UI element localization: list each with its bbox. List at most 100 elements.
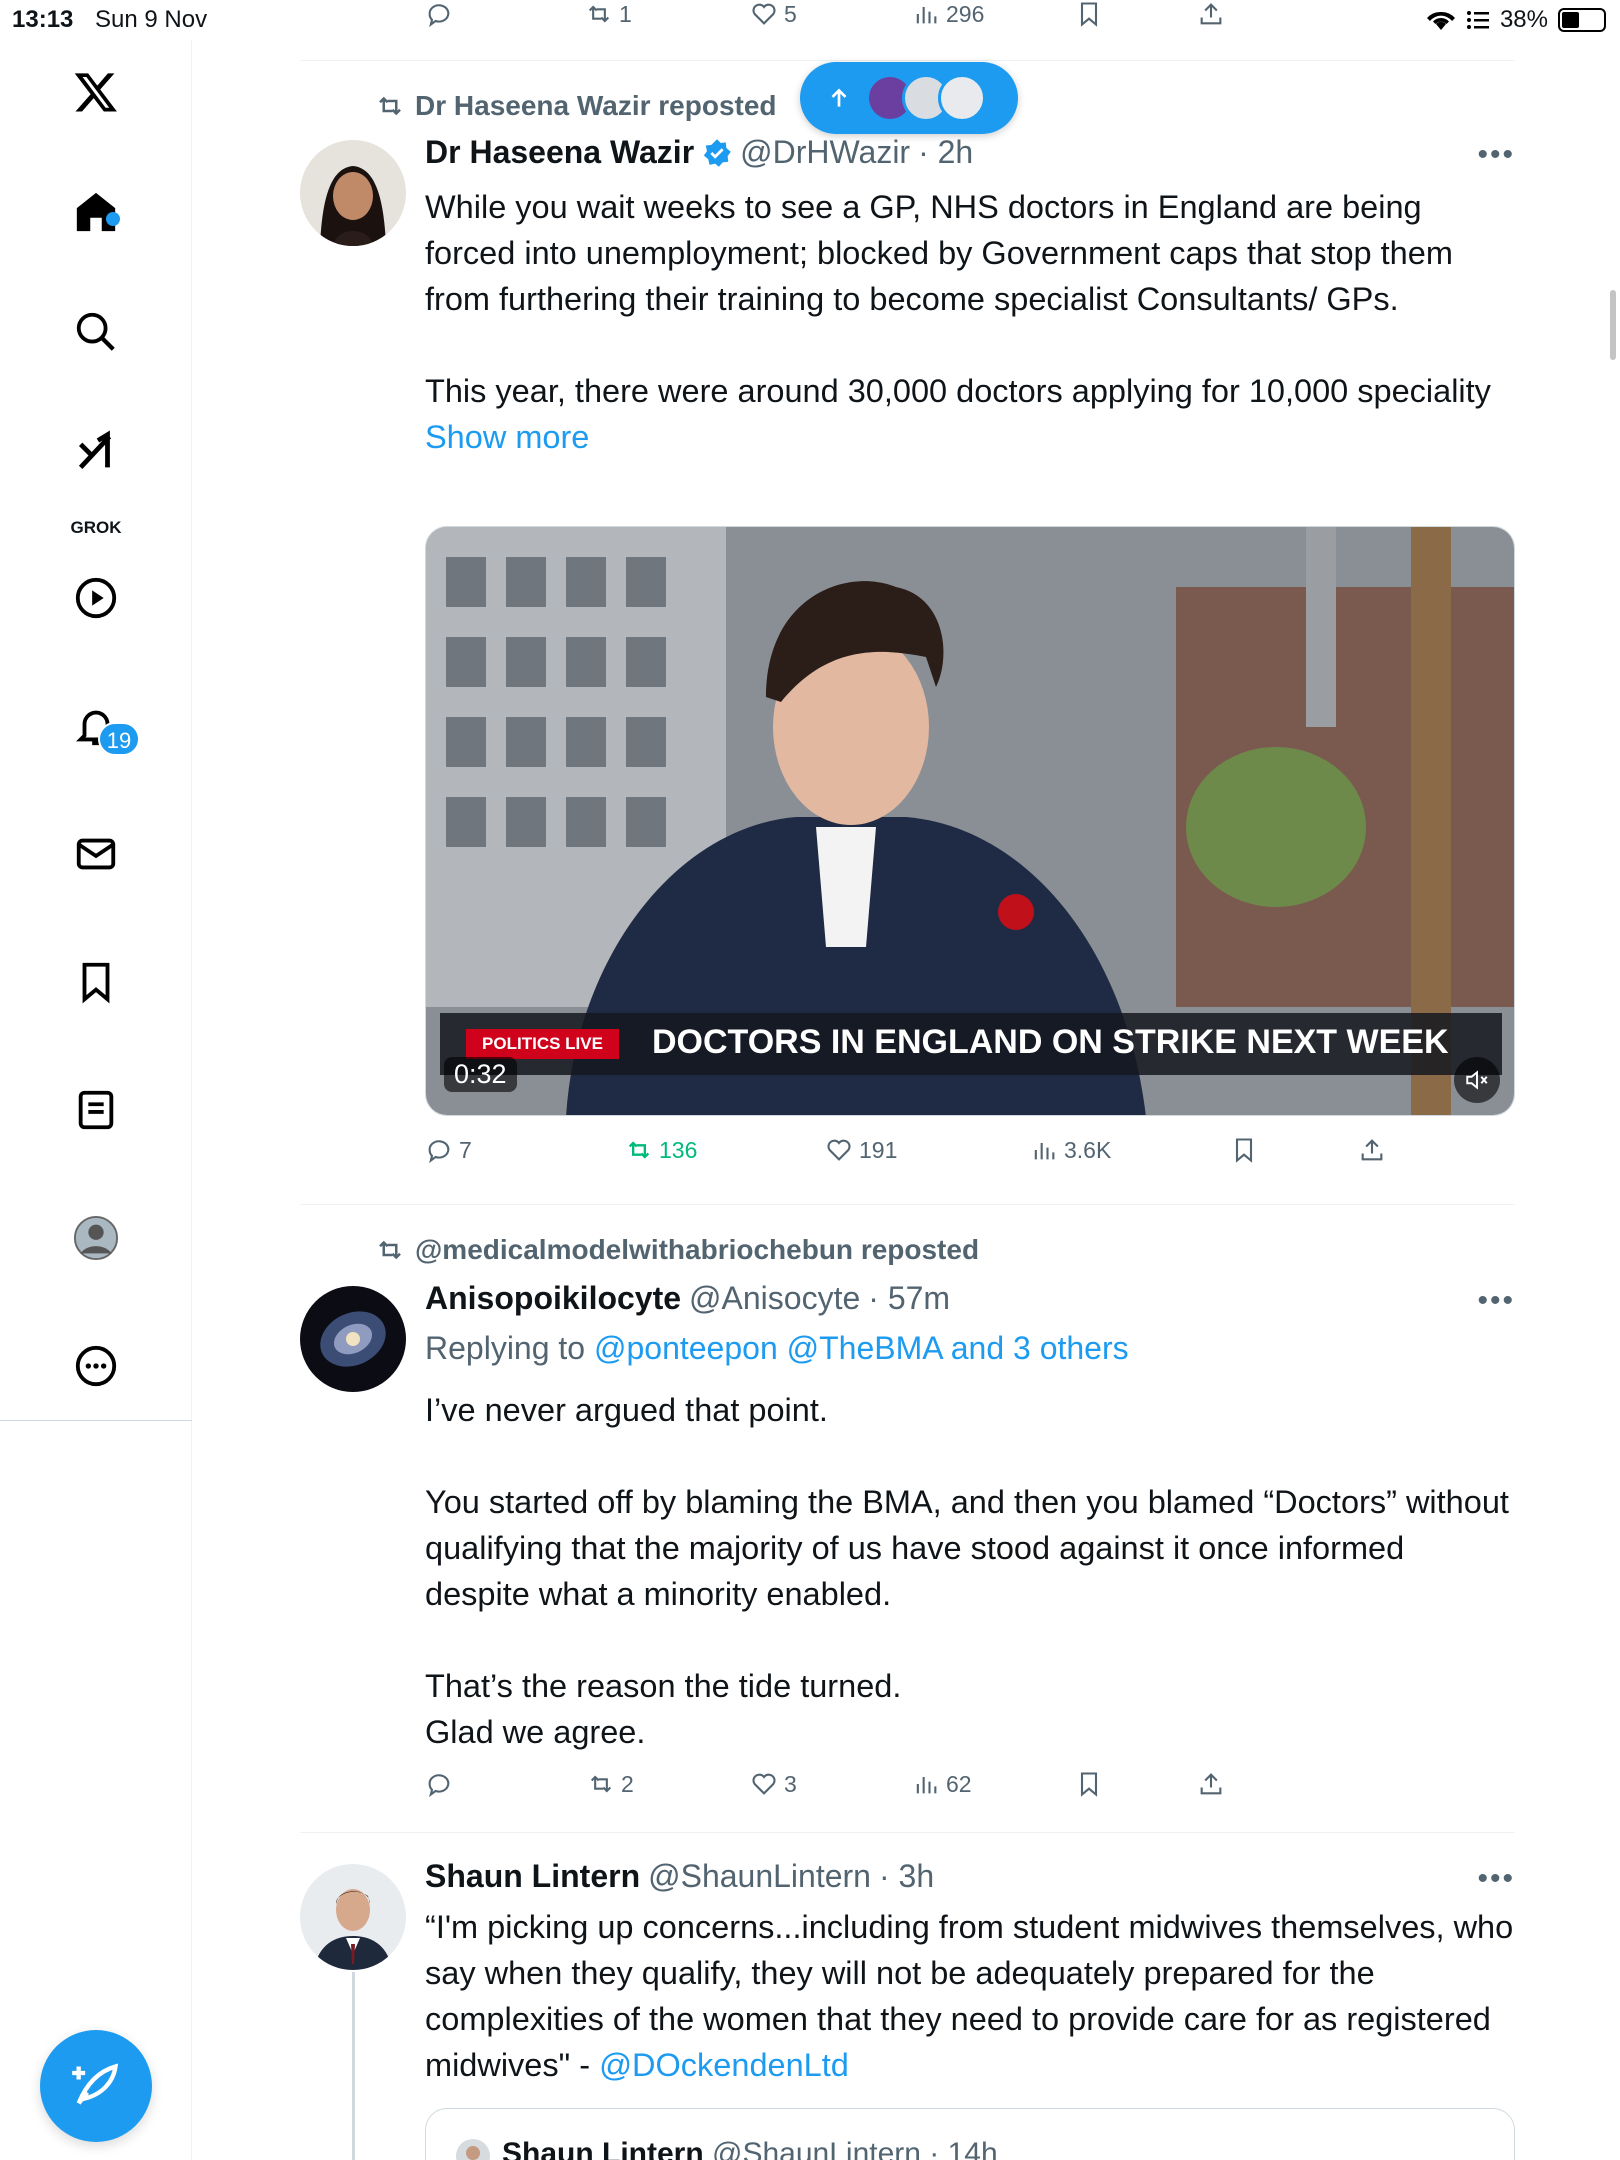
tweet-actions: 7 136 191 3.6K: [300, 1136, 1515, 1176]
author-name[interactable]: Shaun Lintern: [425, 1858, 640, 1895]
tweet-text: I’ve never argued that point. You starte…: [425, 1392, 1509, 1750]
views-count: 3.6K: [1064, 1136, 1112, 1163]
heart-icon: [827, 1139, 851, 1161]
views-chart-icon: [916, 1777, 937, 1794]
like-count: 191: [859, 1136, 898, 1163]
retweet-count: 2: [621, 1770, 634, 1797]
share-button[interactable]: [1358, 1136, 1386, 1164]
reply-icon: [428, 1774, 450, 1798]
retweet-count: 136: [659, 1136, 698, 1163]
battery-percent: 38%: [1499, 6, 1548, 33]
more-options-icon[interactable]: [66, 1336, 126, 1396]
video-icon[interactable]: [66, 568, 126, 628]
more-options-icon[interactable]: •••: [1477, 138, 1515, 172]
more-options-icon[interactable]: •••: [1477, 1284, 1515, 1318]
home-unread-dot: [106, 212, 120, 226]
pill-avatar: [938, 74, 986, 122]
more-options-icon[interactable]: •••: [1477, 1862, 1515, 1896]
bookmark-button[interactable]: [1075, 1770, 1103, 1798]
scrollbar-thumb[interactable]: [1610, 290, 1616, 360]
new-posts-pill[interactable]: [800, 62, 1018, 134]
news-headline: DOCTORS IN ENGLAND ON STRIKE NEXT WEEK: [652, 1023, 1449, 1061]
quoted-tweet[interactable]: Shaun Lintern @ShaunLintern · 14h: [425, 2108, 1515, 2160]
messages-icon[interactable]: [66, 824, 126, 884]
tweet-header: Anisopoikilocyte @Anisocyte · 57m: [425, 1280, 950, 1317]
retweet-icon: [379, 1240, 401, 1260]
reply-button[interactable]: [425, 1770, 453, 1798]
mention-link[interactable]: @DOckendenLtd: [599, 2047, 849, 2083]
tweet-separator: [300, 1832, 1515, 1833]
share-icon: [1361, 1139, 1383, 1161]
tweet-separator: [300, 60, 1515, 61]
wifi-icon: [1426, 11, 1455, 30]
author-name[interactable]: Anisopoikilocyte: [425, 1280, 681, 1317]
sidebar-divider: [0, 1420, 192, 1421]
verified-badge-icon: [704, 138, 731, 167]
tweet-header: Shaun Lintern @ShaunLintern · 3h: [425, 1858, 934, 1895]
repost-indicator[interactable]: Dr Haseena Wazir reposted: [375, 90, 777, 122]
tweet-body: While you wait weeks to see a GP, NHS do…: [425, 189, 1491, 409]
status-time: 13:13: [12, 6, 74, 33]
author-handle[interactable]: @Anisocyte: [689, 1280, 860, 1317]
avatar[interactable]: [300, 1864, 406, 1970]
retweet-button[interactable]: 2: [587, 1770, 634, 1798]
timeline-feed: 1 5 296 Dr Haseena Wazir reposted Dr Has…: [300, 0, 1515, 2160]
bookmark-icon: [1080, 1772, 1098, 1797]
tweet-actions: 2 3 62: [300, 1770, 1515, 1810]
status-bar: 13:13 Sun 9 Nov 38%: [0, 0, 1620, 40]
quoted-author-name: Shaun Lintern: [502, 2137, 704, 2160]
repost-indicator[interactable]: @medicalmodelwithabriochebun reposted: [375, 1234, 979, 1266]
bookmarks-icon[interactable]: [66, 952, 126, 1012]
mute-button[interactable]: [1454, 1057, 1500, 1103]
like-button[interactable]: 191: [825, 1136, 897, 1164]
replying-to: Replying to @ponteepon @TheBMA and 3 oth…: [425, 1330, 1129, 1367]
author-handle[interactable]: @DrHWazir: [740, 134, 910, 171]
video-player[interactable]: POLITICS LIVE DOCTORS IN ENGLAND ON STRI…: [425, 526, 1515, 1116]
views-count: 62: [946, 1770, 972, 1797]
search-icon[interactable]: [66, 302, 126, 362]
repost-label: @medicalmodelwithabriochebun reposted: [415, 1234, 980, 1265]
reply-button[interactable]: 7: [425, 1136, 472, 1164]
show-more-link[interactable]: Show more: [425, 419, 589, 455]
author-name[interactable]: Dr Haseena Wazir: [425, 134, 694, 171]
status-right: 38%: [1426, 6, 1606, 34]
tweet-header: Dr Haseena Wazir @DrHWazir · 2h: [425, 134, 973, 171]
quoted-author-handle: @ShaunLintern: [712, 2137, 921, 2160]
lists-icon[interactable]: [66, 1080, 126, 1140]
tweet-text: While you wait weeks to see a GP, NHS do…: [425, 184, 1515, 460]
compose-feather-icon: [72, 2063, 119, 2105]
author-handle[interactable]: @ShaunLintern: [648, 1858, 871, 1895]
quoted-avatar: [456, 2139, 490, 2160]
notifications-badge: 19: [98, 722, 140, 756]
like-button[interactable]: 3: [750, 1770, 797, 1798]
news-program-tag: POLITICS LIVE: [466, 1029, 619, 1059]
replying-to-users[interactable]: @ponteepon @TheBMA and 3 others: [594, 1330, 1129, 1366]
tweet-body: “I'm picking up concerns...including fro…: [425, 1909, 1523, 2083]
battery-icon: [1558, 8, 1606, 32]
quoted-time: · 14h: [929, 2137, 998, 2160]
repost-label: Dr Haseena Wazir reposted: [415, 90, 777, 121]
views-chart-icon: [1034, 1143, 1055, 1160]
x-logo-icon[interactable]: [66, 62, 126, 122]
profile-avatar-icon[interactable]: [66, 1208, 126, 1268]
tweet-time[interactable]: · 3h: [879, 1858, 934, 1895]
video-duration: 0:32: [444, 1057, 517, 1092]
reply-count: 7: [459, 1136, 472, 1163]
tweet-time[interactable]: · 57m: [868, 1280, 950, 1317]
heart-icon: [752, 1773, 776, 1795]
bookmark-button[interactable]: [1230, 1136, 1258, 1164]
retweet-button[interactable]: 136: [625, 1136, 697, 1164]
tweet-time[interactable]: · 2h: [918, 134, 973, 171]
views-button[interactable]: 3.6K: [1030, 1136, 1111, 1164]
focus-list-icon: [1466, 11, 1489, 29]
share-button[interactable]: [1197, 1770, 1225, 1798]
retweet-icon: [379, 96, 401, 116]
views-button[interactable]: 62: [912, 1770, 972, 1798]
avatar[interactable]: [300, 1286, 406, 1392]
home-icon[interactable]: [66, 182, 126, 242]
compose-post-button[interactable]: [40, 2030, 152, 2142]
avatar[interactable]: [300, 140, 406, 246]
grok-icon[interactable]: [66, 422, 126, 482]
sidebar: GROK 19: [0, 40, 192, 2160]
status-date: Sun 9 Nov: [95, 6, 208, 33]
